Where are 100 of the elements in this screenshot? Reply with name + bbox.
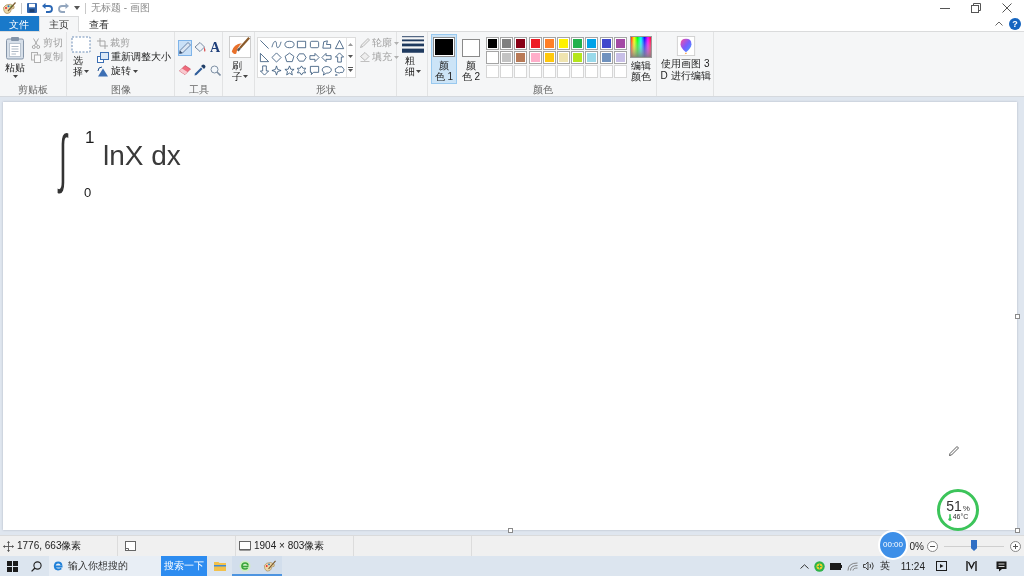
hexagon-icon[interactable] [296,52,308,63]
search-field[interactable]: 输入你想搜的 [49,556,161,576]
color-swatch-icon[interactable] [613,51,627,64]
color-swatch-icon[interactable] [514,51,528,64]
close-icon[interactable] [1002,3,1012,13]
redo-icon[interactable] [58,3,69,13]
color-swatch-icon[interactable] [571,37,585,50]
help-button[interactable]: ? [1009,17,1021,30]
oval-speech-bubble-icon[interactable] [321,65,333,76]
left-arrow-icon[interactable] [321,52,333,63]
collapse-ribbon-icon[interactable] [995,21,1003,26]
group-label: 颜色 [531,84,554,96]
scroll-down-icon[interactable] [348,55,353,58]
caret-icon [416,70,421,73]
line-icon[interactable] [258,39,270,50]
color-swatch-icon[interactable] [599,51,613,64]
color-swatch-icon[interactable] [542,37,556,50]
select-button[interactable]: 选择 [69,34,93,84]
down-arrow-icon[interactable] [258,65,270,76]
six-point-star-icon[interactable] [296,65,308,76]
color-swatch-icon[interactable] [599,37,613,50]
rectangle-icon[interactable] [296,39,308,50]
pentagon-icon[interactable] [283,52,295,63]
brush-icon [228,36,252,58]
picker-tool[interactable] [193,62,207,78]
triangle-icon[interactable] [333,39,345,50]
restore-icon[interactable] [971,3,981,13]
save-icon[interactable] [27,3,37,13]
four-point-star-icon[interactable] [271,65,283,76]
resize-button[interactable]: 重新调整大小 [96,51,172,63]
color-swatch-icon[interactable] [556,51,570,64]
color-swatch-icon[interactable] [585,51,599,64]
color-swatch-icon[interactable] [585,37,599,50]
five-point-star-icon[interactable] [283,65,295,76]
text-tool[interactable]: A [208,40,222,56]
plus-circle-icon[interactable] [813,560,825,572]
m-shaped-icon[interactable] [966,561,977,571]
caret-icon [393,41,399,45]
curve-icon[interactable] [271,39,283,50]
notification-icon[interactable] [996,560,1007,572]
paint-3d-button[interactable]: 使用画图 3D 进行编辑 [659,34,712,84]
caret-icon[interactable] [74,6,80,10]
search-icon[interactable] [31,560,42,572]
color-swatch-icon[interactable] [500,37,514,50]
paint-bucket-icon [359,52,370,62]
resize-handle[interactable] [508,528,513,533]
color-swatch-icon[interactable] [528,51,542,64]
undo-icon[interactable] [42,3,53,13]
color-swatch-icon[interactable] [613,37,627,50]
color-slot-button[interactable]: 颜色 1 [431,34,457,84]
paint-taskbar-button[interactable] [257,556,282,576]
browser-icon [238,560,251,572]
battery-icon[interactable] [829,562,842,570]
wifi-icon[interactable] [846,561,858,571]
zoom-in-icon[interactable] [1010,540,1021,552]
pencil-tool[interactable] [178,40,192,56]
windows-start-icon[interactable] [7,560,18,572]
show-hidden-icons-icon[interactable] [799,563,809,569]
zoom-slider-thumb[interactable] [971,540,977,551]
cursor-position: 1776, 663像素 [17,539,82,553]
scissors-icon [31,37,41,49]
color-swatch-icon[interactable] [556,37,570,50]
color-swatch-icon[interactable] [500,51,514,64]
ribbon-tab[interactable]: 查看 [79,16,119,31]
color-swatch-icon[interactable] [486,51,499,64]
play-box-icon[interactable] [936,561,947,571]
brushes-button[interactable]: 刷子 [225,34,255,84]
scroll-up-icon[interactable] [348,42,353,46]
edit-colors-button[interactable]: 编辑颜色 [628,34,653,84]
input-language[interactable]: 英 [879,559,890,573]
resize-handle[interactable] [1015,528,1020,533]
color-swatch-icon[interactable] [528,37,542,50]
ribbon-tab[interactable]: 主页 [39,16,79,32]
pencil-icon [359,38,370,48]
up-arrow-icon[interactable] [333,52,345,63]
speaker-icon[interactable] [862,561,875,571]
clock-time[interactable]: 11:24 [900,560,925,572]
resize-handle[interactable] [1015,314,1020,319]
size-button[interactable]: 粗细 [399,34,427,84]
color-swatch-icon[interactable] [486,37,499,50]
polygon-icon[interactable] [321,39,333,50]
cloud-bubble-icon[interactable] [333,65,345,76]
paste-button[interactable]: 粘贴 [2,34,28,84]
right-triangle-icon[interactable] [258,52,270,63]
paint-app-icon[interactable] [2,2,16,14]
right-arrow-icon[interactable] [308,52,320,63]
paint-app-icon [263,560,276,572]
resize-icon [97,51,109,63]
color-slot-button[interactable]: 颜色 2 [458,34,484,84]
eyedropper-icon [194,64,206,76]
rotate-button[interactable]: 旋转 [96,65,139,77]
paint-bucket-icon [194,42,206,54]
color-swatch-icon[interactable] [542,51,556,64]
color-swatch-icon[interactable] [571,51,585,64]
more-shapes-icon[interactable] [348,67,353,73]
zoom-out-icon[interactable] [927,540,938,552]
speech-bubble-icon[interactable] [308,65,320,76]
browser-taskbar-button[interactable] [232,556,257,576]
color-swatch-icon[interactable] [514,37,528,50]
ribbon-tab[interactable]: 文件 [0,16,39,31]
